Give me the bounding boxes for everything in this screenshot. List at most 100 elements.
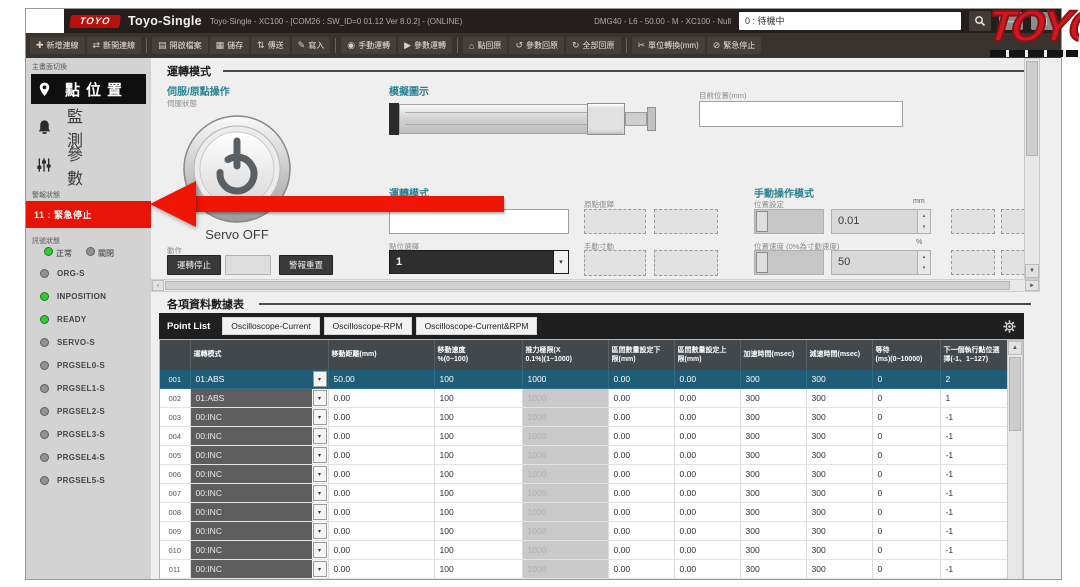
- table-cell[interactable]: 0.00: [608, 560, 674, 579]
- table-cell[interactable]: 300: [806, 446, 872, 465]
- table-cell[interactable]: 0: [872, 446, 940, 465]
- table-cell[interactable]: 0: [872, 522, 940, 541]
- table-cell[interactable]: 0.00: [608, 389, 674, 408]
- table-cell[interactable]: 300: [740, 427, 806, 446]
- chevron-down-icon[interactable]: ▾: [313, 371, 327, 387]
- table-cell[interactable]: 0.00: [674, 370, 740, 389]
- toolbar-button[interactable]: ◉手動運轉: [341, 37, 396, 54]
- tab-oscilloscope-rpm[interactable]: Oscilloscope-RPM: [324, 317, 412, 335]
- toolbar-button[interactable]: ✎寫入: [292, 37, 331, 54]
- table-cell[interactable]: 0.00: [328, 427, 434, 446]
- alarm-reset-button[interactable]: 警報重置: [279, 255, 333, 275]
- scroll-up-icon[interactable]: ▲: [1008, 341, 1022, 355]
- tab-point-list[interactable]: Point List: [167, 321, 210, 332]
- table-cell[interactable]: 0: [872, 389, 940, 408]
- step-down-icon[interactable]: ▾: [918, 263, 930, 275]
- table-cell[interactable]: 0.00: [674, 560, 740, 579]
- mode-cell[interactable]: 01:ABS▾: [190, 370, 328, 389]
- table-cell[interactable]: 100: [434, 560, 522, 579]
- table-cell[interactable]: 300: [740, 484, 806, 503]
- toolbar-button[interactable]: ⌂點回原: [463, 37, 507, 54]
- table-cell[interactable]: 0.00: [674, 503, 740, 522]
- table-cell[interactable]: 0.00: [608, 465, 674, 484]
- chevron-down-icon[interactable]: ▾: [313, 504, 327, 520]
- table-cell[interactable]: 0.00: [674, 408, 740, 427]
- toolbar-button[interactable]: ↺參數回原: [509, 37, 564, 54]
- table-cell[interactable]: 0.00: [608, 541, 674, 560]
- panel-horizontal-scrollbar[interactable]: ‹ ►: [151, 279, 1040, 292]
- table-cell[interactable]: 0: [872, 503, 940, 522]
- sidebar-item-monitor[interactable]: 監 測: [31, 110, 146, 144]
- position-speed-slider[interactable]: [754, 250, 824, 275]
- table-cell[interactable]: 1000: [522, 370, 608, 389]
- status-combobox[interactable]: 0 : 待機中: [739, 12, 961, 30]
- toolbar-button[interactable]: ▶參數運轉: [398, 37, 452, 54]
- mode-cell[interactable]: 01:ABS▾: [190, 389, 328, 408]
- table-cell[interactable]: 0.00: [674, 541, 740, 560]
- chevron-down-icon[interactable]: ▾: [313, 561, 327, 577]
- table-cell[interactable]: 300: [740, 370, 806, 389]
- table-cell[interactable]: 0.00: [608, 446, 674, 465]
- table-cell[interactable]: 0.00: [674, 446, 740, 465]
- table-cell[interactable]: 0: [872, 408, 940, 427]
- chevron-down-icon[interactable]: ▾: [313, 523, 327, 539]
- slider-thumb[interactable]: [756, 252, 768, 273]
- sidebar-item-parameters[interactable]: 參 數: [31, 148, 146, 182]
- position-set-stepper[interactable]: 0.01 ▴▾: [831, 209, 931, 234]
- panel-vertical-scrollbar[interactable]: ▼: [1024, 58, 1040, 279]
- table-row[interactable]: 01000:INC▾0.0010010000.000.003003000-1: [160, 541, 1024, 560]
- mode-cell[interactable]: 00:INC▾: [190, 579, 328, 580]
- table-cell[interactable]: 0.00: [608, 370, 674, 389]
- scrollbar-thumb[interactable]: [165, 281, 1010, 290]
- slider-thumb[interactable]: [756, 211, 768, 232]
- table-cell[interactable]: 0.00: [328, 446, 434, 465]
- chevron-down-icon[interactable]: ▾: [553, 251, 568, 273]
- mode-cell[interactable]: 00:INC▾: [190, 465, 328, 484]
- chevron-down-icon[interactable]: ▾: [313, 390, 327, 406]
- table-cell[interactable]: 0.00: [328, 541, 434, 560]
- table-cell[interactable]: 100: [434, 465, 522, 484]
- scroll-right-icon[interactable]: ►: [1025, 280, 1039, 291]
- table-cell[interactable]: 0.00: [328, 389, 434, 408]
- table-row[interactable]: 00800:INC▾0.0010010000.000.003003000-1: [160, 503, 1024, 522]
- table-cell[interactable]: 100: [434, 408, 522, 427]
- scrollbar-thumb[interactable]: [1009, 357, 1021, 431]
- table-cell[interactable]: 0.00: [674, 389, 740, 408]
- position-set-slider[interactable]: [754, 209, 824, 234]
- chevron-down-icon[interactable]: ▾: [313, 447, 327, 463]
- table-cell[interactable]: 0.00: [328, 579, 434, 580]
- position-speed-stepper[interactable]: 50 ▴▾: [831, 250, 931, 275]
- tab-oscilloscope-current-rpm[interactable]: Oscilloscope-Current&RPM: [416, 317, 538, 335]
- table-cell[interactable]: 300: [806, 541, 872, 560]
- table-cell[interactable]: 0.00: [328, 522, 434, 541]
- table-cell[interactable]: 0: [872, 579, 940, 580]
- mode-cell[interactable]: 00:INC▾: [190, 446, 328, 465]
- table-cell[interactable]: 0: [872, 465, 940, 484]
- table-cell[interactable]: 0: [872, 541, 940, 560]
- mode-cell[interactable]: 00:INC▾: [190, 503, 328, 522]
- step-up-icon[interactable]: ▴: [918, 251, 930, 263]
- table-cell[interactable]: 100: [434, 446, 522, 465]
- origin-return-button-b[interactable]: [654, 209, 718, 234]
- scroll-left-icon[interactable]: ‹: [152, 280, 164, 291]
- table-row[interactable]: 00900:INC▾0.0010010000.000.003003000-1: [160, 522, 1024, 541]
- table-cell[interactable]: 0.00: [674, 579, 740, 580]
- table-cell[interactable]: 300: [806, 484, 872, 503]
- table-cell[interactable]: 0: [872, 427, 940, 446]
- jog-positive-button[interactable]: [654, 250, 718, 276]
- toolbar-button[interactable]: ⇅傳送: [251, 37, 290, 54]
- step-down-icon[interactable]: ▾: [918, 222, 930, 234]
- jog-negative-button[interactable]: [584, 250, 646, 276]
- table-cell[interactable]: 300: [806, 465, 872, 484]
- table-cell[interactable]: 300: [740, 408, 806, 427]
- table-cell[interactable]: 300: [806, 427, 872, 446]
- table-cell[interactable]: 0.00: [328, 408, 434, 427]
- table-cell[interactable]: 300: [740, 465, 806, 484]
- table-cell[interactable]: 300: [806, 579, 872, 580]
- table-cell[interactable]: 0.00: [608, 427, 674, 446]
- table-row[interactable]: 00700:INC▾0.0010010000.000.003003000-1: [160, 484, 1024, 503]
- mode-cell[interactable]: 00:INC▾: [190, 541, 328, 560]
- table-cell[interactable]: 100: [434, 427, 522, 446]
- table-cell[interactable]: 100: [434, 579, 522, 580]
- tab-oscilloscope-current[interactable]: Oscilloscope-Current: [222, 317, 319, 335]
